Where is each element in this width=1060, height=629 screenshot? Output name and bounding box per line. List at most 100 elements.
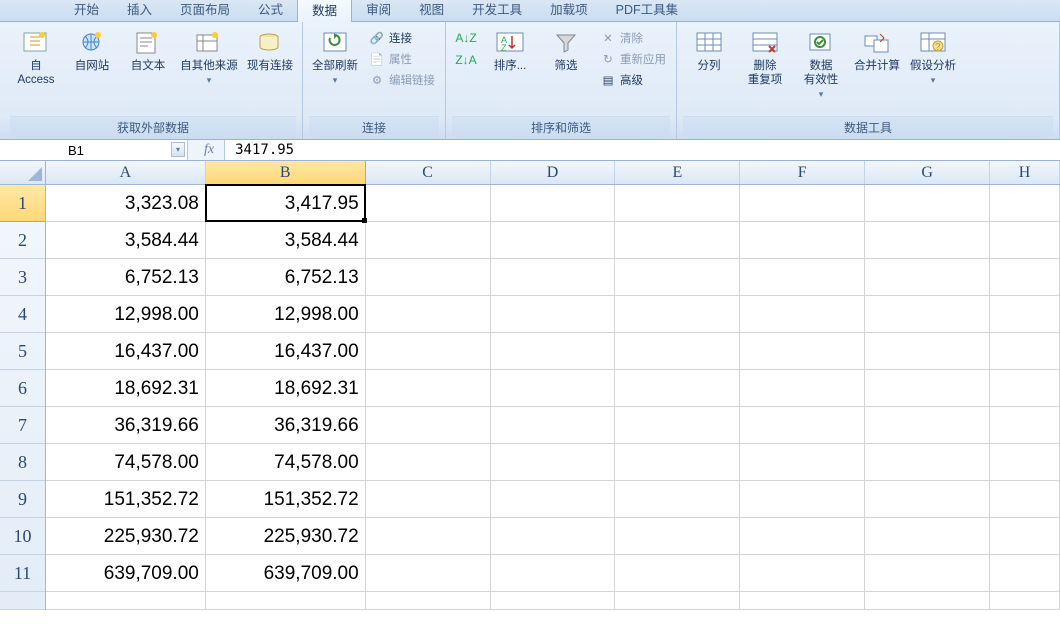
cell-G3[interactable]	[865, 259, 990, 296]
col-header-C[interactable]: C	[366, 161, 491, 184]
cell-A3[interactable]: 6,752.13	[46, 259, 206, 296]
cell-B3[interactable]: 6,752.13	[206, 259, 366, 296]
cell-G1[interactable]	[865, 185, 990, 222]
cell-A1[interactable]: 3,323.08	[46, 185, 206, 222]
cell-E5[interactable]	[615, 333, 740, 370]
cell-C2[interactable]	[366, 222, 491, 259]
cell-D8[interactable]	[491, 444, 616, 481]
ribbon-tab-4[interactable]: 数据	[297, 0, 352, 22]
cell-B6[interactable]: 18,692.31	[206, 370, 366, 407]
cell-B5[interactable]: 16,437.00	[206, 333, 366, 370]
cell-E4[interactable]	[615, 296, 740, 333]
row-header-1[interactable]: 1	[0, 185, 45, 222]
cell-B2[interactable]: 3,584.44	[206, 222, 366, 259]
cell-C9[interactable]	[366, 481, 491, 518]
select-all-corner[interactable]	[0, 161, 46, 185]
cell-H8[interactable]	[990, 444, 1060, 481]
cell-E6[interactable]	[615, 370, 740, 407]
cell-empty[interactable]	[206, 592, 366, 610]
cell-C1[interactable]	[366, 185, 491, 222]
cell-B1[interactable]: 3,417.95	[206, 185, 366, 222]
cell-D6[interactable]	[491, 370, 616, 407]
cell-F4[interactable]	[740, 296, 865, 333]
cell-A9[interactable]: 151,352.72	[46, 481, 206, 518]
cell-D11[interactable]	[491, 555, 616, 592]
cell-B8[interactable]: 74,578.00	[206, 444, 366, 481]
ext-btn-4[interactable]: 现有连接	[244, 26, 296, 74]
cell-G5[interactable]	[865, 333, 990, 370]
cell-A8[interactable]: 74,578.00	[46, 444, 206, 481]
fx-icon[interactable]: fx	[204, 142, 214, 158]
cell-A4[interactable]: 12,998.00	[46, 296, 206, 333]
col-header-B[interactable]: B	[206, 161, 366, 184]
cell-D10[interactable]	[491, 518, 616, 555]
cell-A6[interactable]: 18,692.31	[46, 370, 206, 407]
col-header-A[interactable]: A	[46, 161, 206, 184]
column-headers[interactable]: ABCDEFGH	[46, 161, 1060, 185]
tool-btn-4[interactable]: ?假设分析▾	[907, 26, 959, 83]
properties-button[interactable]: 📄 属性	[365, 49, 439, 69]
clear-filter-button[interactable]: ✕ 清除	[596, 28, 670, 48]
sort-asc-button[interactable]: A↓Z	[454, 28, 478, 48]
row-header-7[interactable]: 7	[0, 407, 45, 444]
cell-E9[interactable]	[615, 481, 740, 518]
cell-A2[interactable]: 3,584.44	[46, 222, 206, 259]
cell-C3[interactable]	[366, 259, 491, 296]
cell-D5[interactable]	[491, 333, 616, 370]
cell-F5[interactable]	[740, 333, 865, 370]
cell-empty[interactable]	[491, 592, 616, 610]
col-header-D[interactable]: D	[491, 161, 616, 184]
cell-B10[interactable]: 225,930.72	[206, 518, 366, 555]
cell-H1[interactable]	[990, 185, 1060, 222]
cell-F8[interactable]	[740, 444, 865, 481]
name-box[interactable]: B1 ▾	[0, 140, 188, 160]
tool-btn-3[interactable]: 合并计算	[851, 26, 903, 74]
cell-B7[interactable]: 36,319.66	[206, 407, 366, 444]
row-header-2[interactable]: 2	[0, 222, 45, 259]
cell-G10[interactable]	[865, 518, 990, 555]
cell-grid[interactable]: 3,323.083,417.953,584.443,584.446,752.13…	[46, 185, 1060, 610]
cell-D1[interactable]	[491, 185, 616, 222]
tool-btn-1[interactable]: 删除 重复项	[739, 26, 791, 88]
row-header-12[interactable]	[0, 592, 45, 610]
filter-button[interactable]: 筛选	[540, 26, 592, 74]
cell-empty[interactable]	[990, 592, 1060, 610]
cell-F11[interactable]	[740, 555, 865, 592]
ext-btn-1[interactable]: 自网站	[66, 26, 118, 74]
cell-A7[interactable]: 36,319.66	[46, 407, 206, 444]
cell-empty[interactable]	[366, 592, 491, 610]
cell-G4[interactable]	[865, 296, 990, 333]
cell-D7[interactable]	[491, 407, 616, 444]
ribbon-tab-1[interactable]: 插入	[113, 0, 166, 21]
cell-F10[interactable]	[740, 518, 865, 555]
cell-E7[interactable]	[615, 407, 740, 444]
cell-empty[interactable]	[740, 592, 865, 610]
ext-btn-2[interactable]: 自文本	[122, 26, 174, 74]
row-headers[interactable]: 1234567891011	[0, 185, 46, 610]
row-header-6[interactable]: 6	[0, 370, 45, 407]
row-header-8[interactable]: 8	[0, 444, 45, 481]
cell-C5[interactable]	[366, 333, 491, 370]
name-box-dropdown-icon[interactable]: ▾	[171, 142, 185, 157]
cell-A5[interactable]: 16,437.00	[46, 333, 206, 370]
tool-btn-0[interactable]: 分列	[683, 26, 735, 74]
cell-F1[interactable]	[740, 185, 865, 222]
cell-F2[interactable]	[740, 222, 865, 259]
cell-D9[interactable]	[491, 481, 616, 518]
cell-empty[interactable]	[865, 592, 990, 610]
worksheet[interactable]: ABCDEFGH 1234567891011 3,323.083,417.953…	[0, 161, 1060, 629]
cell-G11[interactable]	[865, 555, 990, 592]
cell-C8[interactable]	[366, 444, 491, 481]
advanced-filter-button[interactable]: ▤ 高级	[596, 70, 670, 90]
cell-B11[interactable]: 639,709.00	[206, 555, 366, 592]
cell-H3[interactable]	[990, 259, 1060, 296]
cell-E2[interactable]	[615, 222, 740, 259]
cell-E3[interactable]	[615, 259, 740, 296]
col-header-E[interactable]: E	[615, 161, 740, 184]
cell-H9[interactable]	[990, 481, 1060, 518]
cell-H7[interactable]	[990, 407, 1060, 444]
row-header-9[interactable]: 9	[0, 481, 45, 518]
sort-desc-button[interactable]: Z↓A	[454, 50, 478, 70]
ribbon-tab-9[interactable]: PDF工具集	[602, 0, 693, 21]
ribbon-tab-3[interactable]: 公式	[244, 0, 297, 21]
